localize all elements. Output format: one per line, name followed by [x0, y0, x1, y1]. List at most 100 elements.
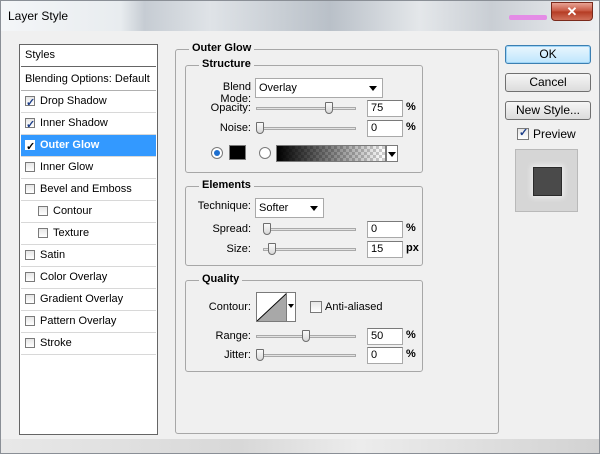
jitter-slider-thumb[interactable] — [256, 349, 264, 361]
style-enable-checkbox[interactable] — [25, 137, 35, 158]
range-input[interactable]: 50 — [367, 328, 403, 345]
size-slider[interactable] — [263, 243, 356, 255]
styles-list-item[interactable]: Bevel and Emboss — [21, 179, 156, 201]
range-unit: % — [406, 329, 416, 341]
styles-list-item[interactable]: Texture — [21, 223, 156, 245]
styles-list-item[interactable]: Outer Glow — [21, 135, 156, 158]
structure-title: Structure — [199, 58, 254, 70]
noise-slider[interactable] — [256, 122, 356, 134]
styles-list-item[interactable]: Color Overlay — [21, 267, 156, 289]
background-artifact — [509, 15, 547, 20]
styles-list-item[interactable]: Drop Shadow — [21, 91, 156, 114]
size-input[interactable]: 15 — [367, 241, 403, 258]
contour-picker[interactable] — [256, 292, 296, 322]
style-enable-checkbox[interactable] — [25, 250, 35, 260]
styles-list-item[interactable]: Styles — [21, 45, 156, 67]
style-item-label: Inner Glow — [40, 161, 94, 173]
style-enable-checkbox[interactable] — [25, 115, 35, 136]
style-enable-checkbox[interactable] — [25, 294, 35, 304]
style-enable-checkbox[interactable] — [25, 272, 35, 282]
solid-color-radio[interactable] — [211, 147, 223, 159]
jitter-slider[interactable] — [256, 349, 356, 361]
window-title: Layer Style — [8, 9, 69, 23]
style-preview-thumbnail — [515, 149, 578, 212]
gradient-dropdown-button[interactable] — [386, 145, 398, 162]
spread-slider[interactable] — [263, 223, 356, 235]
glow-color-swatch[interactable] — [229, 145, 246, 160]
jitter-label: Jitter: — [224, 349, 251, 361]
opacity-slider-thumb[interactable] — [325, 102, 333, 114]
style-enable-checkbox[interactable] — [25, 162, 35, 172]
opacity-input[interactable]: 75 — [367, 100, 403, 117]
style-item-label: Outer Glow — [40, 139, 100, 151]
layer-style-dialog: Layer Style ✕ Styles Blending Options: De… — [0, 0, 600, 454]
preview-label: Preview — [533, 127, 576, 141]
close-button[interactable]: ✕ — [551, 2, 593, 21]
blend-mode-select[interactable]: Overlay — [255, 78, 383, 98]
style-item-label: Bevel and Emboss — [40, 183, 132, 195]
ok-button[interactable]: OK — [505, 45, 591, 64]
style-enable-checkbox[interactable] — [25, 316, 35, 326]
style-item-label: Color Overlay — [40, 271, 108, 283]
range-slider[interactable] — [256, 330, 356, 342]
range-slider-thumb[interactable] — [302, 330, 310, 342]
blend-mode-value: Overlay — [259, 82, 297, 94]
style-enable-checkbox[interactable] — [25, 93, 35, 114]
styles-list-item[interactable]: Pattern Overlay — [21, 311, 156, 333]
antialiased-checkbox[interactable] — [310, 301, 322, 313]
range-label: Range: — [215, 330, 251, 342]
style-enable-checkbox[interactable] — [38, 228, 48, 238]
cancel-button[interactable]: Cancel — [505, 73, 591, 92]
style-item-label: Stroke — [40, 337, 72, 349]
style-enable-checkbox[interactable] — [38, 206, 48, 216]
preview-checkbox[interactable] — [517, 126, 529, 140]
styles-list-item[interactable]: Contour — [21, 201, 156, 223]
style-enable-checkbox[interactable] — [25, 338, 35, 348]
jitter-input[interactable]: 0 — [367, 347, 403, 364]
size-slider-thumb[interactable] — [268, 243, 277, 255]
style-item-label: Gradient Overlay — [40, 293, 124, 305]
styles-list-item[interactable]: Gradient Overlay — [21, 289, 156, 311]
noise-slider-thumb[interactable] — [256, 122, 264, 134]
opacity-label: Opacity: — [210, 102, 251, 114]
jitter-slider-track — [256, 354, 356, 357]
noise-label: Noise: — [219, 122, 251, 134]
contour-label: Contour: — [208, 301, 251, 313]
opacity-slider[interactable] — [256, 102, 356, 114]
styles-list-item[interactable]: Inner Shadow — [21, 113, 156, 136]
style-enable-checkbox[interactable] — [25, 184, 35, 194]
contour-dropdown-button[interactable] — [286, 293, 295, 321]
noise-input[interactable]: 0 — [367, 120, 403, 137]
size-slider-track — [263, 248, 356, 251]
technique-label: Technique: — [197, 200, 251, 212]
style-item-label: Pattern Overlay — [40, 315, 117, 327]
bottom-edge — [1, 439, 599, 453]
new-style-button[interactable]: New Style... — [505, 101, 591, 120]
gradient-radio[interactable] — [259, 147, 271, 159]
style-item-label: Styles — [25, 49, 55, 61]
chevron-down-icon — [310, 206, 318, 211]
spread-slider-thumb[interactable] — [263, 223, 271, 235]
styles-list-item[interactable]: Satin — [21, 245, 156, 267]
elements-title: Elements — [199, 179, 254, 191]
size-label: Size: — [226, 243, 251, 255]
quality-title: Quality — [199, 273, 243, 285]
chevron-down-icon — [288, 304, 294, 308]
noise-slider-track — [256, 127, 356, 130]
spread-input[interactable]: 0 — [367, 221, 403, 238]
styles-list: Styles Blending Options: Default Drop Shad… — [19, 44, 158, 435]
styles-list-item[interactable]: Blending Options: Default — [21, 69, 156, 91]
size-unit: px — [406, 242, 419, 254]
opacity-unit: % — [406, 101, 416, 113]
title-bar[interactable]: Layer Style ✕ — [1, 1, 599, 31]
styles-list-item[interactable]: Inner Glow — [21, 157, 156, 179]
technique-select[interactable]: Softer — [255, 198, 324, 218]
spread-unit: % — [406, 222, 416, 234]
spread-slider-track — [263, 228, 356, 231]
jitter-unit: % — [406, 348, 416, 360]
spread-label: Spread: — [212, 223, 251, 235]
glow-gradient-picker[interactable] — [276, 145, 386, 162]
styles-list-item[interactable]: Stroke — [21, 333, 156, 355]
style-item-label: Contour — [53, 205, 93, 217]
style-item-label: Drop Shadow — [40, 95, 107, 107]
